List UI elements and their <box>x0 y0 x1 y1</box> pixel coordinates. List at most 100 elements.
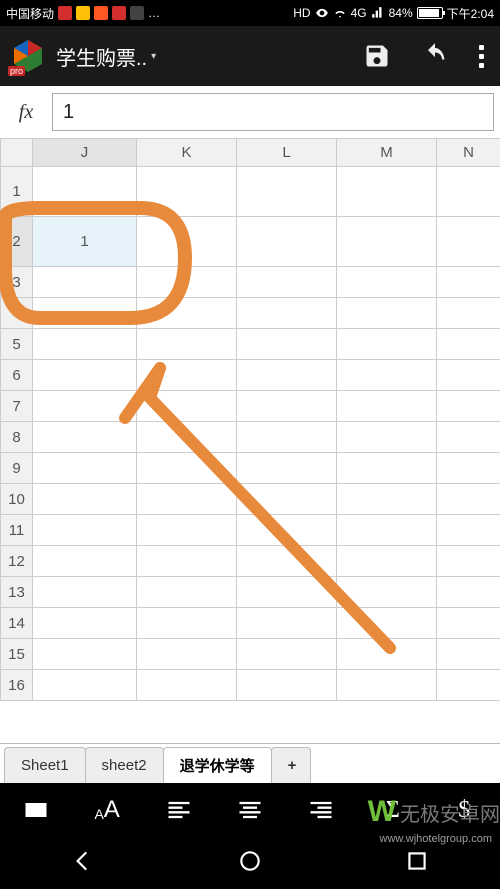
cell-J5[interactable] <box>33 329 137 360</box>
cell-K8[interactable] <box>137 422 237 453</box>
app-logo[interactable]: pro <box>8 36 48 76</box>
cell-K11[interactable] <box>137 515 237 546</box>
cell-L14[interactable] <box>237 608 337 639</box>
row-header-4[interactable]: 4 <box>1 298 33 329</box>
cell-K3[interactable] <box>137 267 237 298</box>
spreadsheet-grid[interactable]: J K L M N 1 21 3 4 5 6 7 8 9 10 11 12 13… <box>0 138 500 743</box>
cell-K9[interactable] <box>137 453 237 484</box>
cell-J4[interactable] <box>33 298 137 329</box>
cell-M11[interactable] <box>337 515 437 546</box>
cell-K15[interactable] <box>137 639 237 670</box>
cell-N15[interactable] <box>437 639 500 670</box>
cell-L2[interactable] <box>237 217 337 267</box>
cell-J12[interactable] <box>33 546 137 577</box>
cell-J14[interactable] <box>33 608 137 639</box>
cell-J11[interactable] <box>33 515 137 546</box>
overflow-menu-icon[interactable] <box>479 45 484 68</box>
cell-L3[interactable] <box>237 267 337 298</box>
row-header-1[interactable]: 1 <box>1 167 33 217</box>
nav-back-icon[interactable] <box>70 848 96 879</box>
cell-K12[interactable] <box>137 546 237 577</box>
cell-M5[interactable] <box>337 329 437 360</box>
sheet-tab-1[interactable]: Sheet1 <box>4 747 86 783</box>
cell-K1[interactable] <box>137 167 237 217</box>
cell-K5[interactable] <box>137 329 237 360</box>
sheet-tab-3[interactable]: 退学休学等 <box>163 747 272 783</box>
cell-K16[interactable] <box>137 670 237 701</box>
cell-N14[interactable] <box>437 608 500 639</box>
nav-home-icon[interactable] <box>237 848 263 879</box>
cell-L15[interactable] <box>237 639 337 670</box>
sum-icon[interactable]: Σ <box>376 793 410 827</box>
cell-J2[interactable]: 1 <box>33 217 137 267</box>
cell-N8[interactable] <box>437 422 500 453</box>
column-header-L[interactable]: L <box>237 139 337 167</box>
cell-M8[interactable] <box>337 422 437 453</box>
column-header-N[interactable]: N <box>437 139 500 167</box>
cell-K7[interactable] <box>137 391 237 422</box>
row-header-2[interactable]: 2 <box>1 217 33 267</box>
cell-J9[interactable] <box>33 453 137 484</box>
select-all-corner[interactable] <box>1 139 33 167</box>
keyboard-icon[interactable] <box>19 793 53 827</box>
cell-M15[interactable] <box>337 639 437 670</box>
cell-J13[interactable] <box>33 577 137 608</box>
cell-M16[interactable] <box>337 670 437 701</box>
cell-J6[interactable] <box>33 360 137 391</box>
cell-M3[interactable] <box>337 267 437 298</box>
row-header-5[interactable]: 5 <box>1 329 33 360</box>
align-center-icon[interactable] <box>233 793 267 827</box>
cell-K13[interactable] <box>137 577 237 608</box>
cell-L5[interactable] <box>237 329 337 360</box>
cell-K14[interactable] <box>137 608 237 639</box>
row-header-8[interactable]: 8 <box>1 422 33 453</box>
cell-N16[interactable] <box>437 670 500 701</box>
cell-M9[interactable] <box>337 453 437 484</box>
cell-K10[interactable] <box>137 484 237 515</box>
cell-N10[interactable] <box>437 484 500 515</box>
nav-recent-icon[interactable] <box>404 848 430 879</box>
row-header-15[interactable]: 15 <box>1 639 33 670</box>
row-header-10[interactable]: 10 <box>1 484 33 515</box>
cell-M14[interactable] <box>337 608 437 639</box>
row-header-14[interactable]: 14 <box>1 608 33 639</box>
align-right-icon[interactable] <box>304 793 338 827</box>
cell-N6[interactable] <box>437 360 500 391</box>
cell-L9[interactable] <box>237 453 337 484</box>
cell-K6[interactable] <box>137 360 237 391</box>
cell-L10[interactable] <box>237 484 337 515</box>
cell-J8[interactable] <box>33 422 137 453</box>
cell-N7[interactable] <box>437 391 500 422</box>
cell-N1[interactable] <box>437 167 500 217</box>
cell-N5[interactable] <box>437 329 500 360</box>
cell-L4[interactable] <box>237 298 337 329</box>
add-sheet-button[interactable]: + <box>271 747 311 783</box>
fx-label[interactable]: fx <box>0 101 52 124</box>
cell-J15[interactable] <box>33 639 137 670</box>
row-header-6[interactable]: 6 <box>1 360 33 391</box>
save-icon[interactable] <box>363 42 391 70</box>
column-header-K[interactable]: K <box>137 139 237 167</box>
document-title-dropdown[interactable]: 学生购票.. ▾ <box>56 42 156 71</box>
cell-L8[interactable] <box>237 422 337 453</box>
formula-input[interactable] <box>52 93 494 131</box>
cell-N3[interactable] <box>437 267 500 298</box>
column-header-J[interactable]: J <box>33 139 137 167</box>
row-header-9[interactable]: 9 <box>1 453 33 484</box>
row-header-13[interactable]: 13 <box>1 577 33 608</box>
cell-M12[interactable] <box>337 546 437 577</box>
cell-M1[interactable] <box>337 167 437 217</box>
cell-L11[interactable] <box>237 515 337 546</box>
row-header-11[interactable]: 11 <box>1 515 33 546</box>
undo-icon[interactable] <box>421 42 449 70</box>
cell-N2[interactable] <box>437 217 500 267</box>
cell-L12[interactable] <box>237 546 337 577</box>
cell-L1[interactable] <box>237 167 337 217</box>
cell-L13[interactable] <box>237 577 337 608</box>
cell-L6[interactable] <box>237 360 337 391</box>
column-header-M[interactable]: M <box>337 139 437 167</box>
row-header-16[interactable]: 16 <box>1 670 33 701</box>
cell-N4[interactable] <box>437 298 500 329</box>
font-format-icon[interactable]: AA <box>90 793 124 827</box>
cell-J1[interactable] <box>33 167 137 217</box>
